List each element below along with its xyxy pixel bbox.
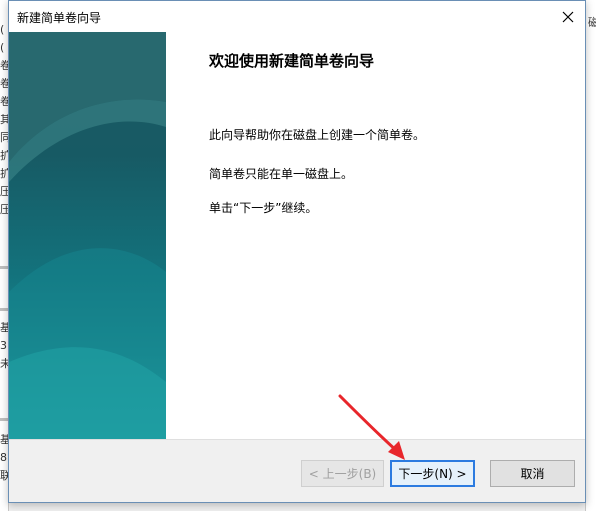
close-button[interactable] xyxy=(551,1,585,32)
wizard-button-bar: < 上一步(B) 下一步(N) > 取消 xyxy=(9,439,585,502)
bg-text: 基 xyxy=(0,434,8,446)
bg-text: ( xyxy=(0,24,5,36)
bg-text: 扩 xyxy=(0,150,8,162)
bg-text: 联 xyxy=(0,470,8,482)
bg-text: 基 xyxy=(0,322,8,334)
bg-divider xyxy=(0,308,8,311)
bg-text: 未 xyxy=(0,358,8,370)
bg-text: 扩 xyxy=(0,168,8,180)
bg-text: 压 xyxy=(0,186,8,198)
wizard-note: 简单卷只能在单一磁盘上。 xyxy=(209,167,354,181)
wizard-instruction: 单击“下一步”继续。 xyxy=(209,201,318,215)
bg-text: 同 xyxy=(0,132,8,144)
bg-text: 卷 xyxy=(0,96,8,108)
bg-text: 3 xyxy=(0,340,7,352)
wizard-content: 欢迎使用新建简单卷向导 此向导帮助你在磁盘上创建一个简单卷。 简单卷只能在单一磁… xyxy=(9,32,585,441)
bg-text: 磁 xyxy=(588,16,596,29)
bg-divider xyxy=(0,266,8,269)
bg-text: 卷 xyxy=(0,60,8,72)
title-bar[interactable]: 新建简单卷向导 xyxy=(9,1,585,32)
bg-text: ( xyxy=(0,42,5,54)
bg-text: 8 xyxy=(0,452,7,464)
bg-text: 卷 xyxy=(0,78,8,90)
background-right-panel: 磁 xyxy=(585,0,596,511)
wizard-description: 此向导帮助你在磁盘上创建一个简单卷。 xyxy=(209,128,426,142)
window-title: 新建简单卷向导 xyxy=(17,11,102,25)
back-button[interactable]: < 上一步(B) xyxy=(301,460,384,487)
wizard-side-banner xyxy=(9,32,166,441)
bg-text: 压 xyxy=(0,204,8,216)
bg-divider xyxy=(0,418,8,421)
cancel-button[interactable]: 取消 xyxy=(490,460,575,487)
banner-wave-graphic xyxy=(9,32,166,441)
wizard-heading: 欢迎使用新建简单卷向导 xyxy=(209,52,375,70)
next-button[interactable]: 下一步(N) > xyxy=(390,460,475,487)
new-simple-volume-wizard: 新建简单卷向导 欢迎使用新建简单卷向导 此向导帮助你在磁盘上创建一个简单卷。 简… xyxy=(8,0,586,503)
bg-text: 其 xyxy=(0,114,8,126)
close-icon xyxy=(562,11,574,22)
